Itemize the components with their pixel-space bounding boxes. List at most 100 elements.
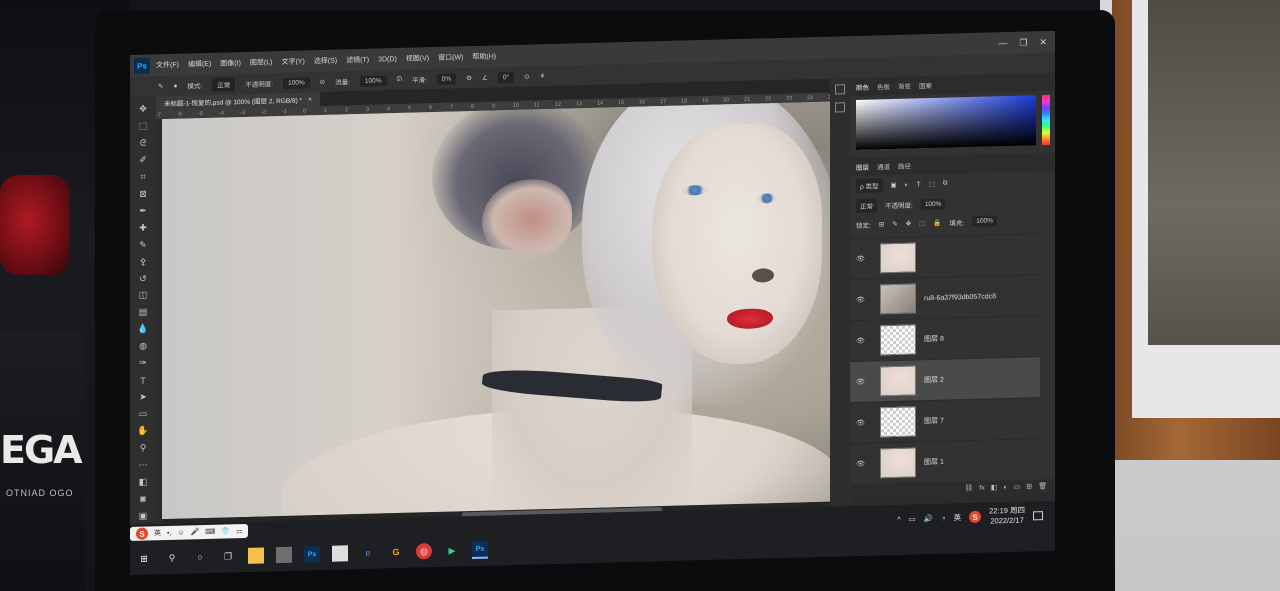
pressure-size-icon[interactable]: ⊙ <box>524 73 529 81</box>
airbrush-icon[interactable]: ᘏ <box>397 76 402 84</box>
tab-paths[interactable]: 路径 <box>898 161 911 171</box>
eraser-tool-icon[interactable]: ◫ <box>136 289 150 302</box>
layer-row[interactable]: 👁 图层 8 <box>850 315 1040 362</box>
canvas[interactable] <box>162 101 830 520</box>
tab-swatches[interactable]: 色板 <box>877 81 890 91</box>
layer-row[interactable]: 👁 图层 7 <box>850 397 1040 444</box>
screen-mode-icon[interactable]: ▣ <box>136 509 150 522</box>
brush-icon[interactable]: ✎ <box>158 82 163 90</box>
menu-select[interactable]: 选择(S) <box>314 56 337 67</box>
ime-keyboard-icon[interactable]: ⌨ <box>205 528 215 536</box>
brush-preset-icon[interactable]: ● <box>173 82 177 89</box>
clock[interactable]: 22:19 周四 2022/2/17 <box>989 506 1025 527</box>
group-icon[interactable]: ▭ <box>1014 483 1021 491</box>
menu-layer[interactable]: 图层(L) <box>250 57 273 68</box>
network-icon[interactable]: ◔ <box>941 513 946 522</box>
tab-gradients[interactable]: 渐变 <box>898 81 911 91</box>
close-button[interactable]: ✕ <box>1039 36 1047 47</box>
tray-language[interactable]: 英 <box>954 512 962 523</box>
ime-voice-icon[interactable]: 🎤 <box>191 528 200 536</box>
layer-row[interactable]: 👁 图层 2 <box>850 356 1040 403</box>
filter-shape-icon[interactable]: ⬚ <box>929 180 935 188</box>
quick-select-tool-icon[interactable]: ✐ <box>136 153 150 166</box>
menu-3d[interactable]: 3D(D) <box>378 56 397 63</box>
cortana-icon[interactable]: ○ <box>192 549 208 565</box>
photoshop-active-icon[interactable]: Ps <box>472 540 488 560</box>
link-layers-icon[interactable]: ⛓ <box>964 484 973 492</box>
gradient-tool-icon[interactable]: ▤ <box>136 306 150 319</box>
hand-tool-icon[interactable]: ✋ <box>136 425 150 438</box>
lock-artboard-icon[interactable]: ⬚ <box>919 219 925 227</box>
history-brush-tool-icon[interactable]: ↺ <box>136 272 150 285</box>
menu-view[interactable]: 视图(V) <box>406 53 429 64</box>
close-tab-icon[interactable]: × <box>308 96 312 103</box>
layer-name[interactable]: 图层 8 <box>924 334 944 345</box>
ime-skin-icon[interactable]: 👕 <box>221 527 230 535</box>
visibility-eye-icon[interactable]: 👁 <box>856 460 866 468</box>
layer-row[interactable]: 👁 ru8-6a37f93db057cdc8 <box>850 274 1040 321</box>
dodge-tool-icon[interactable]: ◍ <box>136 340 150 353</box>
filter-adjust-icon[interactable]: ◐ <box>905 181 909 188</box>
menu-edit[interactable]: 编辑(E) <box>188 59 211 70</box>
netease-music-icon[interactable]: ◎ <box>416 543 432 560</box>
visibility-eye-icon[interactable]: 👁 <box>856 419 866 427</box>
tray-sogou-icon[interactable]: S <box>969 510 982 524</box>
search-icon[interactable]: ⚲ <box>164 550 180 566</box>
ime-punctuation-icon[interactable]: •, <box>167 529 171 536</box>
minimize-button[interactable]: — <box>998 38 1007 49</box>
lock-pixels-icon[interactable]: ✎ <box>892 219 897 227</box>
path-select-tool-icon[interactable]: ➤ <box>136 391 150 404</box>
battery-icon[interactable]: ▭ <box>909 514 916 523</box>
edge-icon[interactable]: e <box>360 545 376 561</box>
more-tools-icon[interactable]: ⋯ <box>136 458 150 471</box>
layer-row[interactable]: 👁 图层 1 <box>850 438 1040 484</box>
tab-patterns[interactable]: 图案 <box>919 80 932 90</box>
task-view-icon[interactable]: ❐ <box>220 548 236 564</box>
filter-pixel-icon[interactable]: ▣ <box>891 181 897 189</box>
quick-mask-icon[interactable]: ◙ <box>136 492 150 505</box>
properties-panel-icon[interactable] <box>835 102 845 113</box>
tab-color[interactable]: 颜色 <box>856 82 869 92</box>
file-explorer-icon[interactable] <box>248 547 264 564</box>
flow-field[interactable]: 100% <box>359 74 387 87</box>
tray-expand-icon[interactable]: ^ <box>897 514 901 523</box>
menu-window[interactable]: 窗口(W) <box>438 52 463 63</box>
frame-tool-icon[interactable]: ⊠ <box>136 187 150 200</box>
healing-tool-icon[interactable]: ✚ <box>136 221 150 234</box>
ime-toolbox-icon[interactable]: ⚏ <box>236 527 242 535</box>
stamp-tool-icon[interactable]: ⚴ <box>136 255 150 268</box>
delete-layer-icon[interactable]: 🗑 <box>1038 482 1047 490</box>
document-icon[interactable] <box>332 545 348 562</box>
sogou-logo-icon[interactable]: S <box>136 527 148 540</box>
menu-type[interactable]: 文字(Y) <box>281 56 304 67</box>
smooth-settings-icon[interactable]: ⚙ <box>466 74 472 82</box>
layer-name[interactable]: 图层 1 <box>924 457 944 468</box>
visibility-eye-icon[interactable]: 👁 <box>856 255 866 263</box>
brush-tool-icon[interactable]: ✎ <box>136 238 150 251</box>
windows-start-icon[interactable]: ⊞ <box>136 550 152 566</box>
ime-language[interactable]: 英 <box>154 528 161 538</box>
lock-transparency-icon[interactable]: ⊞ <box>879 220 884 228</box>
angle-field[interactable]: 0° <box>497 71 515 83</box>
symmetry-icon[interactable]: ⚘ <box>539 72 545 80</box>
menu-file[interactable]: 文件(F) <box>156 60 179 71</box>
layer-opacity-field[interactable]: 100% <box>920 198 946 210</box>
lasso-tool-icon[interactable]: ᘓ <box>136 136 150 149</box>
rectangle-tool-icon[interactable]: ▭ <box>136 408 150 421</box>
zoom-tool-icon[interactable]: ⚲ <box>136 442 150 455</box>
lock-all-icon[interactable]: 🔒 <box>933 218 941 226</box>
blur-tool-icon[interactable]: 💧 <box>136 323 150 336</box>
opacity-field[interactable]: 100% <box>283 76 310 89</box>
filter-type-icon[interactable]: T <box>917 181 921 188</box>
filter-smart-icon[interactable]: ⧉ <box>943 180 948 188</box>
layer-name[interactable]: ru8-6a37f93db057cdc8 <box>924 293 996 302</box>
crop-tool-icon[interactable]: ⌗ <box>136 170 150 183</box>
color-picker-field[interactable] <box>856 94 1050 150</box>
pen-tool-icon[interactable]: ✑ <box>136 357 150 370</box>
move-tool-icon[interactable]: ✥ <box>136 102 150 115</box>
visibility-eye-icon[interactable]: 👁 <box>856 296 866 304</box>
layer-name[interactable]: 图层 2 <box>924 375 944 386</box>
notification-icon[interactable] <box>1033 510 1043 520</box>
pressure-opacity-icon[interactable]: ⊘ <box>320 78 325 86</box>
fill-field[interactable]: 100% <box>972 215 997 227</box>
